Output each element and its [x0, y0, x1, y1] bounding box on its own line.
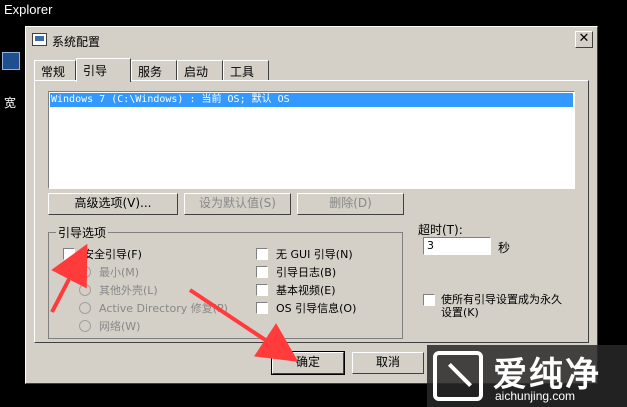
checkbox-box[interactable]: [256, 284, 268, 296]
tab-general[interactable]: 常规: [34, 60, 76, 80]
tab-boot[interactable]: 引导: [76, 58, 131, 82]
ok-button[interactable]: 确定: [271, 351, 345, 375]
boot-tab-panel: Windows 7 (C:\Windows) : 当前 OS; 默认 OS 高级…: [34, 80, 589, 343]
base-video-checkbox[interactable]: 基本视频(E): [256, 282, 336, 298]
advanced-options-button[interactable]: 高级选项(V)...: [48, 193, 178, 215]
watermark: 爱纯净 aichunjing.com: [427, 345, 627, 407]
no-gui-boot-label: 无 GUI 引导(N): [276, 248, 353, 261]
dialog-title: 系统配置: [52, 35, 101, 49]
tab-services[interactable]: 服务: [131, 60, 177, 80]
safe-boot-checkbox[interactable]: 安全引导(F): [63, 246, 142, 262]
boot-log-label: 引导日志(B): [276, 266, 337, 279]
safe-boot-label: 安全引导(F): [83, 248, 142, 261]
desktop-shortcut-icon[interactable]: [2, 52, 20, 70]
radio-alternate-shell[interactable]: 其他外壳(L): [79, 282, 158, 298]
radio-minimal[interactable]: 最小(M): [79, 264, 139, 280]
make-permanent-label: 使所有引导设置成为永久 设置(K): [441, 293, 562, 319]
timeout-unit: 秒: [498, 241, 511, 255]
radio-ad-repair-label: Active Directory 修复(P): [99, 302, 228, 315]
tab-startup[interactable]: 启动: [177, 60, 223, 80]
tab-tools[interactable]: 工具: [223, 60, 269, 80]
radio-minimal-label: 最小(M): [99, 266, 140, 279]
desktop-icon-label: 宽: [4, 96, 17, 110]
timeout-input[interactable]: 3: [423, 237, 491, 255]
radio-dot-selected[interactable]: [79, 266, 91, 278]
os-list-item-selected[interactable]: Windows 7 (C:\Windows) : 当前 OS; 默认 OS: [50, 93, 573, 107]
watermark-url: aichunjing.com: [495, 389, 576, 403]
radio-alternate-shell-label: 其他外壳(L): [99, 284, 158, 297]
checkbox-box[interactable]: [256, 302, 268, 314]
msconfig-icon: [32, 33, 47, 46]
checkbox-box[interactable]: [423, 294, 435, 306]
os-boot-info-label: OS 引导信息(O): [276, 302, 357, 315]
set-default-button[interactable]: 设为默认值(S): [184, 193, 291, 215]
make-permanent-label-line2: 设置(K): [441, 306, 479, 319]
system-config-dialog: 系统配置 ✕ 常规 引导 服务 启动 工具 Windows 7 (C:\Wind…: [25, 26, 598, 384]
make-permanent-label-line1: 使所有引导设置成为永久: [441, 293, 562, 306]
radio-dot[interactable]: [79, 284, 91, 296]
checkbox-box[interactable]: [256, 266, 268, 278]
radio-dot[interactable]: [79, 302, 91, 314]
boot-options-group: 引导选项 安全引导(F) 最小(M) 其他外壳(L) Active Direct…: [48, 224, 403, 339]
timeout-label: 超时(T):: [418, 223, 463, 237]
radio-network-label: 网络(W): [99, 320, 141, 333]
cancel-button[interactable]: 取消: [352, 352, 424, 374]
base-video-label: 基本视频(E): [276, 284, 336, 297]
dialog-titlebar[interactable]: 系统配置 ✕: [28, 29, 595, 51]
radio-dot[interactable]: [79, 320, 91, 332]
os-list[interactable]: Windows 7 (C:\Windows) : 当前 OS; 默认 OS: [48, 91, 575, 189]
make-permanent-checkbox[interactable]: 使所有引导设置成为永久 设置(K): [423, 293, 562, 319]
no-gui-boot-checkbox[interactable]: 无 GUI 引导(N): [256, 246, 353, 262]
checkbox-box[interactable]: [63, 248, 75, 260]
delete-button[interactable]: 删除(D): [297, 193, 404, 215]
boot-log-checkbox[interactable]: 引导日志(B): [256, 264, 336, 280]
radio-ad-repair[interactable]: Active Directory 修复(P): [79, 300, 228, 316]
radio-network[interactable]: 网络(W): [79, 318, 140, 334]
explorer-window-title: Explorer: [4, 2, 53, 17]
close-button[interactable]: ✕: [575, 31, 593, 48]
boot-options-legend: 引导选项: [56, 224, 109, 241]
watermark-logo-icon: [433, 351, 483, 401]
os-boot-info-checkbox[interactable]: OS 引导信息(O): [256, 300, 356, 316]
checkbox-box[interactable]: [256, 248, 268, 260]
